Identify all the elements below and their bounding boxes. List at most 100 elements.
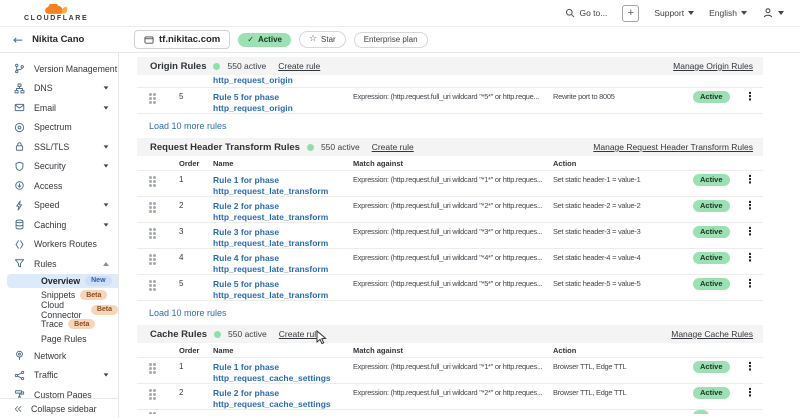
rule-match: Expression: (http.request.full_uri wildc…	[353, 92, 553, 102]
rule-match: Expression: (http.request.full_uri wildc…	[353, 227, 553, 237]
sidebar-item-traffic[interactable]: Traffic	[0, 366, 118, 386]
kebab-menu-icon[interactable]: ⋮	[745, 362, 756, 372]
sidebar-item-access[interactable]: Access	[0, 176, 118, 196]
global-search[interactable]: Go to...	[565, 8, 607, 18]
sidebar-item-workers-routes[interactable]: Workers Routes	[0, 235, 118, 255]
kebab-menu-icon[interactable]: ⋮	[745, 201, 756, 211]
sidebar-item-rules[interactable]: Rules	[0, 254, 118, 274]
rule-action: Set static header-2 = value-2	[553, 201, 693, 211]
drag-handle-icon[interactable]	[149, 280, 152, 283]
cloudflare-logo[interactable]: CLOUDFLARE	[24, 4, 88, 22]
language-menu[interactable]: English	[709, 8, 747, 18]
sidebar-item-label: Rules	[34, 259, 95, 269]
account-name: Nikita Cano	[32, 34, 84, 45]
column-order: Order	[179, 346, 213, 355]
create-rule-link[interactable]: Create rule	[372, 142, 414, 152]
drag-handle-icon[interactable]	[149, 363, 152, 366]
workers-icon	[13, 239, 26, 250]
padlock-icon	[13, 141, 26, 152]
chevron-down-icon	[688, 11, 694, 15]
load-more-link[interactable]: Load 10 more rules	[149, 308, 227, 318]
kebab-menu-icon[interactable]: ⋮	[745, 175, 756, 185]
kebab-menu-icon[interactable]: ⋮	[745, 227, 756, 237]
rule-action: Set static header-5 = value-5	[553, 279, 693, 289]
rule-name-link[interactable]: Rule 2 for phase http_request_cache_sett…	[213, 388, 353, 410]
domain-selector[interactable]: tf.nikitac.com	[134, 30, 230, 49]
rule-order: 1	[179, 362, 213, 371]
status-badge: Active	[693, 361, 730, 373]
beta-badge: Beta	[80, 290, 107, 300]
sidebar-item-dns[interactable]: DNS	[0, 79, 118, 99]
rule-name-link[interactable]: http_request_origin	[213, 75, 353, 86]
sidebar-item-speed[interactable]: Speed	[0, 196, 118, 216]
status-badge: Active	[693, 387, 730, 399]
column-name: Name	[213, 346, 353, 355]
sidebar-item-ssl-tls[interactable]: SSL/TLS	[0, 137, 118, 157]
table-row: 2 Rule 2 for phase http_request_cache_se…	[137, 384, 763, 410]
sidebar-item-email[interactable]: Email	[0, 98, 118, 118]
sidebar-subitem-label: Snippets	[41, 290, 75, 300]
sidebar-item-version-management[interactable]: Version Management	[0, 59, 118, 79]
load-more-link[interactable]: Load 10 more rules	[149, 121, 227, 131]
rule-name-line2: http_request_origin	[213, 75, 353, 86]
rule-name-link[interactable]: Rule 5 for phase http_request_origin	[213, 92, 353, 114]
column-order: Order	[179, 159, 213, 168]
git-branch-icon	[13, 63, 26, 74]
support-menu[interactable]: Support	[654, 8, 694, 18]
rule-name-link[interactable]: Rule 1 for phase http_request_late_trans…	[213, 175, 353, 197]
drag-handle-icon[interactable]	[149, 228, 152, 231]
drag-handle-icon[interactable]	[149, 176, 152, 179]
sidebar-item-rules-page-rules[interactable]: Page Rules	[0, 332, 118, 347]
rule-action: Rewrite port to 8005	[553, 92, 693, 102]
account-header: ← Nikita Cano	[0, 27, 119, 52]
star-button[interactable]: ☆ Star	[299, 31, 346, 48]
rule-order: 5	[179, 92, 213, 101]
create-rule-link[interactable]: Create rule	[278, 61, 320, 71]
sidebar-item-spectrum[interactable]: Spectrum	[0, 118, 118, 138]
drag-handle-icon[interactable]	[149, 389, 152, 392]
new-badge: New	[85, 276, 111, 286]
drag-handle-icon[interactable]	[149, 202, 152, 205]
star-icon: ☆	[309, 35, 317, 44]
rule-name-line1: Rule 5 for phase	[213, 92, 353, 103]
logo-wordmark: CLOUDFLARE	[24, 15, 88, 22]
account-menu[interactable]	[762, 7, 784, 19]
rule-name-link[interactable]: Rule 5 for phase http_request_late_trans…	[213, 279, 353, 301]
drag-handle-icon[interactable]	[149, 254, 152, 257]
rule-match: Expression: (http.request.full_uri wildc…	[353, 362, 553, 372]
sidebar-item-rules-cloud-connector[interactable]: Cloud Connector Beta	[0, 303, 118, 318]
manage-origin-rules-link[interactable]: Manage Origin Rules	[673, 61, 753, 71]
kebab-menu-icon[interactable]: ⋮	[745, 92, 756, 102]
sidebar-item-rules-trace[interactable]: Trace Beta	[0, 317, 118, 332]
drag-handle-icon[interactable]	[149, 93, 152, 96]
app-root: CLOUDFLARE Go to... + Support English	[0, 0, 800, 418]
manage-cache-rules-link[interactable]: Manage Cache Rules	[671, 329, 753, 339]
sidebar-item-network[interactable]: Network	[0, 346, 118, 366]
column-action: Action	[553, 159, 693, 168]
add-site-button[interactable]: +	[622, 5, 639, 22]
sidebar-item-security[interactable]: Security	[0, 157, 118, 177]
back-arrow-icon[interactable]: ←	[13, 34, 23, 46]
domain-status-label: Active	[258, 36, 282, 44]
collapse-sidebar-button[interactable]: Collapse sidebar	[0, 398, 118, 418]
sidebar-item-caching[interactable]: Caching	[0, 215, 118, 235]
main-content: Origin Rules 550 active Create rule Mana…	[119, 53, 800, 418]
table-row: 5 Rule 5 for phase http_request_origin E…	[137, 88, 763, 114]
kebab-menu-icon[interactable]: ⋮	[745, 388, 756, 398]
search-icon	[565, 8, 575, 18]
support-label: Support	[654, 8, 684, 18]
create-rule-link[interactable]: Create rule	[279, 329, 321, 339]
active-dot-icon	[214, 331, 221, 338]
rule-name-line1: Rule 1 for phase	[213, 362, 353, 373]
kebab-menu-icon[interactable]: ⋮	[745, 279, 756, 289]
rule-name-line1: Rule 3 for phase	[213, 227, 353, 238]
rule-name-link[interactable]: Rule 2 for phase http_request_late_trans…	[213, 201, 353, 223]
sidebar-item-rules-overview[interactable]: Overview New	[7, 274, 118, 289]
drag-handle-icon[interactable]	[149, 412, 152, 414]
kebab-menu-icon[interactable]: ⋮	[745, 253, 756, 263]
manage-transform-rules-link[interactable]: Manage Request Header Transform Rules	[593, 142, 753, 152]
rule-name-link[interactable]: Rule 1 for phase http_request_cache_sett…	[213, 362, 353, 384]
status-badge: Active	[693, 91, 730, 103]
rule-name-link[interactable]: Rule 3 for phase http_request_late_trans…	[213, 227, 353, 249]
rule-name-link[interactable]: Rule 4 for phase http_request_late_trans…	[213, 253, 353, 275]
